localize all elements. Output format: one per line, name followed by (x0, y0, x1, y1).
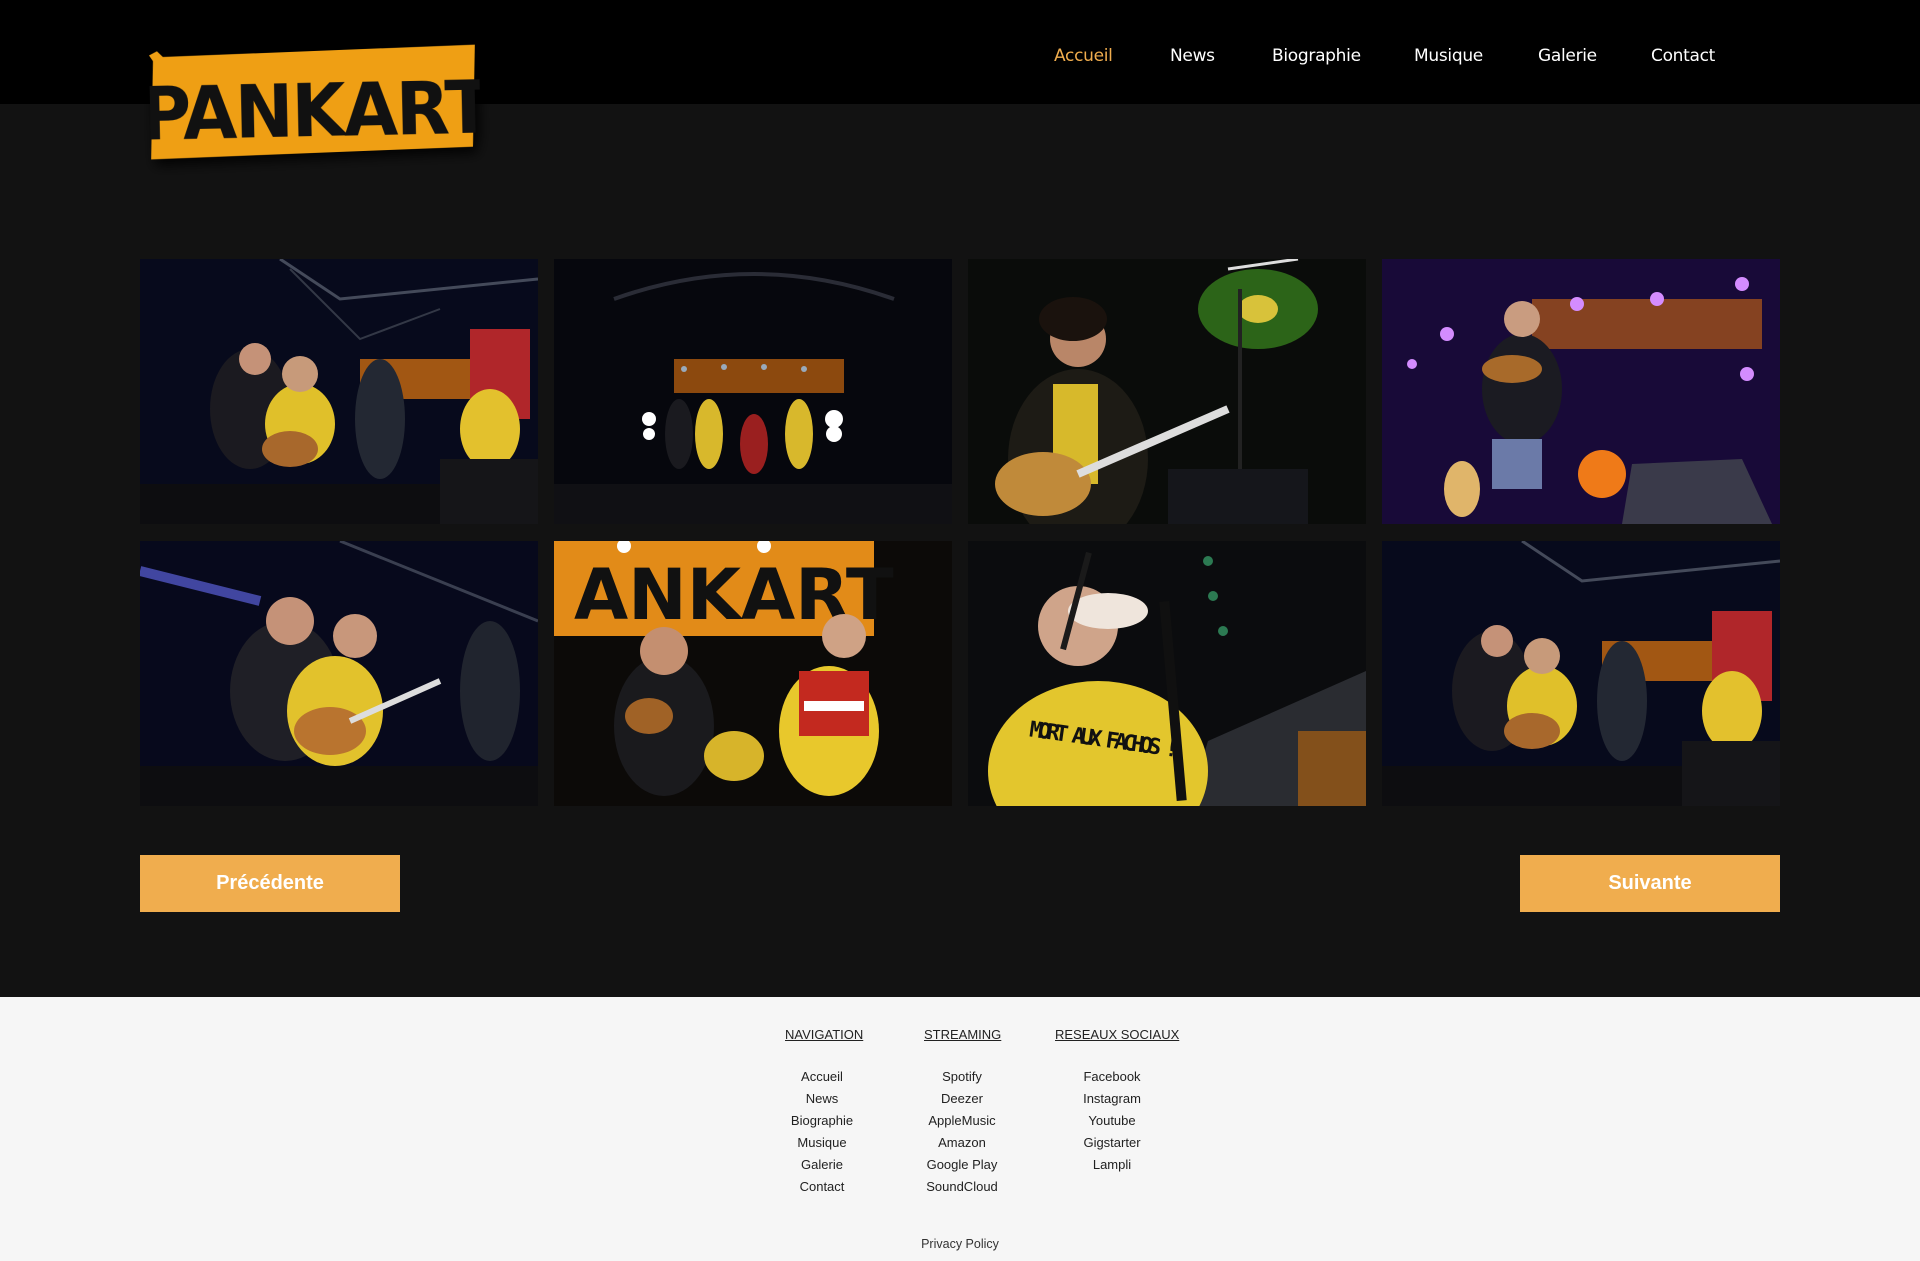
footer-link-youtube[interactable]: Youtube (1088, 1113, 1135, 1128)
footer-navigation-heading: NAVIGATION (785, 1027, 864, 1042)
concert-photo-stage (554, 259, 952, 524)
gallery-photo-5[interactable] (140, 541, 538, 806)
photo-gallery: ANKART MORT AUX FACHOS ! (140, 259, 1781, 806)
footer-link-gigstarter[interactable]: Gigstarter (1083, 1135, 1140, 1150)
footer-link-lampli[interactable]: Lampli (1093, 1157, 1131, 1172)
concert-photo-guitarist (968, 259, 1366, 524)
footer-link-instagram[interactable]: Instagram (1083, 1091, 1141, 1106)
nav-contact[interactable]: Contact (1651, 46, 1715, 66)
footer-link-spotify[interactable]: Spotify (942, 1069, 982, 1084)
top-navbar: PANKART Accueil News Biographie Musique … (0, 0, 1920, 160)
previous-page-button[interactable]: Précédente (140, 855, 400, 912)
concert-photo-guitarists (140, 541, 538, 806)
site-footer: NAVIGATION Accueil News Biographie Musiq… (0, 997, 1920, 1261)
main-nav: Accueil News Biographie Musique Galerie … (0, 46, 1920, 70)
footer-link-soundcloud[interactable]: SoundCloud (926, 1179, 998, 1194)
nav-accueil[interactable]: Accueil (1054, 46, 1113, 66)
gallery-photo-8[interactable] (1382, 541, 1780, 806)
footer-link-deezer[interactable]: Deezer (941, 1091, 983, 1106)
footer-link-facebook[interactable]: Facebook (1083, 1069, 1140, 1084)
footer-link-google-play[interactable]: Google Play (927, 1157, 998, 1172)
footer-streaming-column: STREAMING Spotify Deezer AppleMusic Amaz… (924, 1027, 1002, 1198)
nav-news[interactable]: News (1170, 46, 1215, 66)
footer-link-musique[interactable]: Musique (797, 1135, 846, 1150)
gallery-photo-1[interactable] (140, 259, 538, 524)
footer-navigation-column: NAVIGATION Accueil News Biographie Musiq… (785, 1027, 864, 1198)
footer-link-accueil[interactable]: Accueil (801, 1069, 843, 1084)
footer-social-heading: RESEAUX SOCIAUX (1055, 1027, 1180, 1042)
next-page-button[interactable]: Suivante (1520, 855, 1780, 912)
gallery-photo-4[interactable] (1382, 259, 1780, 524)
privacy-policy-link[interactable]: Privacy Policy (0, 1237, 1920, 1251)
concert-photo-band (140, 259, 538, 524)
nav-musique[interactable]: Musique (1414, 46, 1483, 66)
gallery-photo-6[interactable]: ANKART (554, 541, 952, 806)
footer-streaming-heading: STREAMING (924, 1027, 1002, 1042)
footer-link-biographie[interactable]: Biographie (791, 1113, 853, 1128)
footer-link-amazon[interactable]: Amazon (938, 1135, 986, 1150)
footer-link-news[interactable]: News (806, 1091, 839, 1106)
footer-link-applemusic[interactable]: AppleMusic (928, 1113, 995, 1128)
concert-photo-banner: ANKART (554, 541, 952, 806)
concert-photo-purple (1382, 259, 1780, 524)
gallery-photo-7[interactable]: MORT AUX FACHOS ! (968, 541, 1366, 806)
footer-link-galerie[interactable]: Galerie (801, 1157, 843, 1172)
logo-text: PANKART (149, 64, 481, 157)
concert-photo-band-alt (1382, 541, 1780, 806)
nav-biographie[interactable]: Biographie (1272, 46, 1361, 66)
footer-social-column: RESEAUX SOCIAUX Facebook Instagram Youtu… (1055, 1027, 1180, 1176)
footer-link-contact[interactable]: Contact (800, 1179, 845, 1194)
concert-photo-harmonica: MORT AUX FACHOS ! (968, 541, 1366, 806)
gallery-photo-2[interactable] (554, 259, 952, 524)
gallery-photo-3[interactable] (968, 259, 1366, 524)
nav-galerie[interactable]: Galerie (1538, 46, 1597, 66)
